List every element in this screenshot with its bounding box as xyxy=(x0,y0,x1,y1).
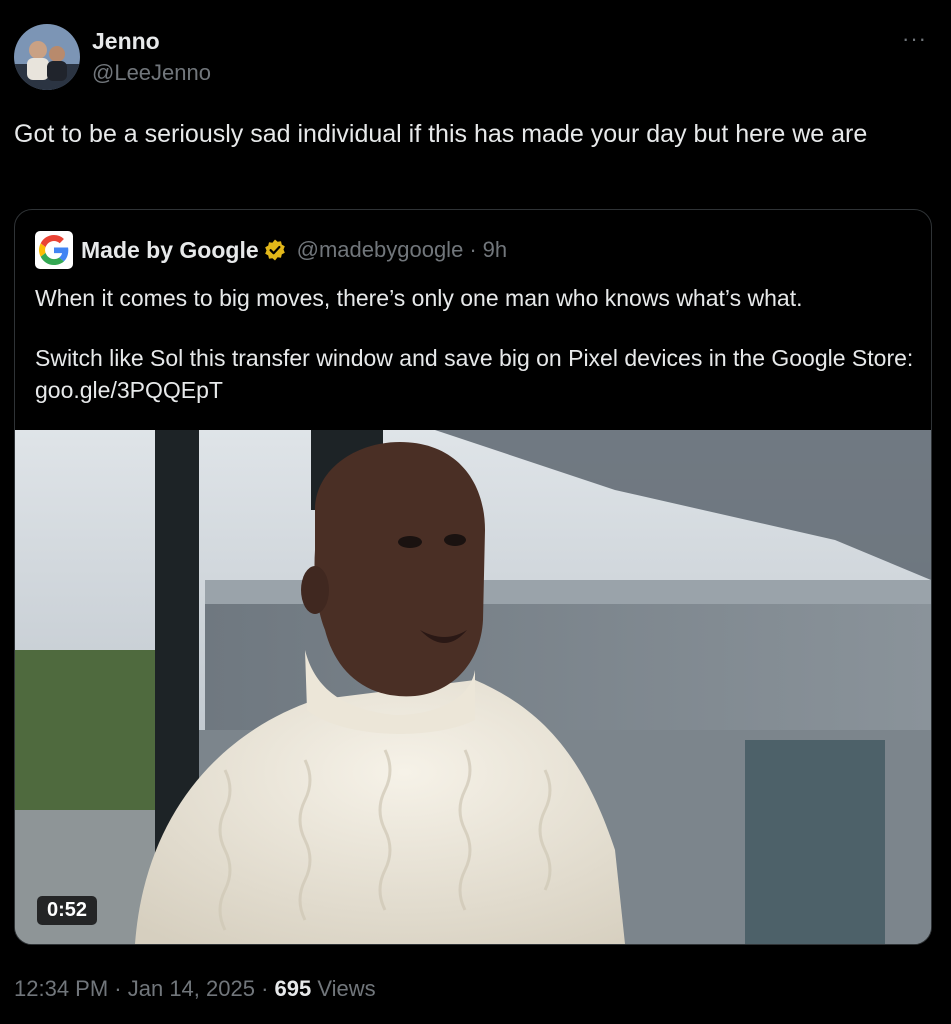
google-g-logo-icon xyxy=(35,231,73,269)
video-player[interactable] xyxy=(15,430,931,944)
quoted-tweet-time[interactable]: 9h xyxy=(483,237,507,263)
author-name[interactable]: Jenno xyxy=(92,28,160,55)
tweet-timestamp[interactable]: 12:34 PM xyxy=(14,976,108,1001)
tweet-meta: 12:34 PM · Jan 14, 2025 · 695 Views xyxy=(14,976,376,1002)
header-separator: · xyxy=(469,237,477,262)
views-count: 695 xyxy=(274,976,312,1001)
more-dots-icon[interactable]: ··· xyxy=(902,26,927,52)
quoted-tweet-text-line1: When it comes to big moves, there’s only… xyxy=(35,285,803,311)
video-duration-badge: 0:52 xyxy=(37,896,98,925)
author-avatar[interactable] xyxy=(14,24,80,90)
quoted-tweet-header: Made by Google @madebygoogle · 9h xyxy=(35,230,507,270)
quoted-author-handle[interactable]: @madebygoogle xyxy=(297,237,464,263)
meta-separator: · xyxy=(108,976,128,1001)
tweet-date[interactable]: Jan 14, 2025 xyxy=(128,976,255,1001)
quoted-tweet-card[interactable]: Made by Google @madebygoogle · 9h When i… xyxy=(14,209,932,945)
verified-badge-icon xyxy=(263,238,287,262)
meta-separator: · xyxy=(254,976,275,1001)
quoted-author-name[interactable]: Made by Google xyxy=(81,237,259,264)
author-handle[interactable]: @LeeJenno xyxy=(92,60,211,86)
tweet-text: Got to be a seriously sad individual if … xyxy=(14,120,868,148)
views-label: Views xyxy=(311,976,376,1001)
video-thumbnail xyxy=(15,430,931,944)
quoted-tweet-text-line2: Switch like Sol this transfer window and… xyxy=(35,345,914,403)
avatar-image xyxy=(14,24,80,90)
